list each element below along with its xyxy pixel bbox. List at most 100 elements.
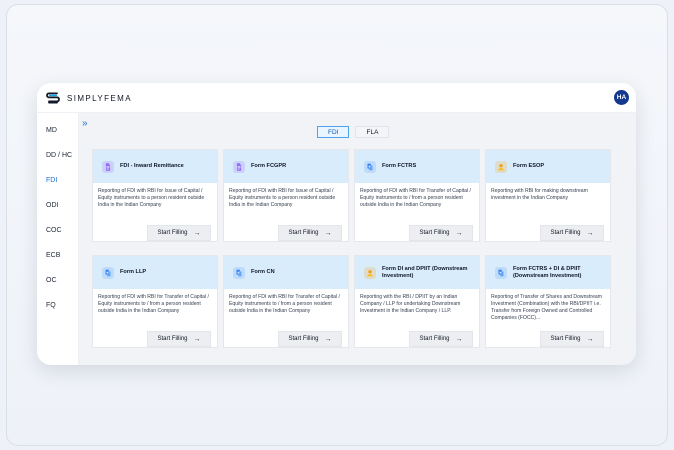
document-icon-svg	[236, 162, 242, 171]
card-form-cn: Form CN Reporting of FDI with RBI for Tr…	[223, 255, 349, 348]
tab-fdi[interactable]: FDI	[317, 126, 350, 138]
card-title: Form FCTRS + DI & DPIIT (Downstream Inve…	[513, 265, 582, 279]
transfer-icon-svg	[367, 163, 373, 170]
card-description: Reporting of FDI with RBI for Issue of C…	[98, 188, 205, 208]
sidebar-item-label: DD / HC	[46, 152, 73, 159]
transfer-icon	[102, 266, 114, 279]
tab-label: FLA	[366, 128, 379, 136]
card-header: Form FCTRS	[355, 150, 479, 183]
card-title: Form FCGPR	[251, 163, 287, 169]
sidebar-item-ecb[interactable]: ECB	[46, 252, 60, 259]
sidebar-item-label: COC	[46, 227, 62, 234]
transfer-icon	[364, 160, 376, 173]
sidebar-item-oc[interactable]: OC	[46, 277, 57, 284]
start-filling-button[interactable]: Start Filling →	[540, 225, 604, 241]
start-filling-button[interactable]: Start Filling →	[147, 225, 211, 241]
app-window: SIMPLYFEMA HA MD DD / HC FDI ODI COC ECB…	[37, 83, 636, 365]
cards-grid: FDI - Inward Remittance Reporting of FDI…	[92, 149, 624, 355]
button-label: Start Filling	[419, 230, 450, 236]
sidebar-item-label: MD	[46, 127, 57, 134]
button-label: Start Filling	[288, 230, 319, 236]
arrow-right-icon: →	[193, 229, 201, 237]
card-header: Form ESOP	[486, 150, 610, 183]
card-description: Reporting with the RBI / DPIIT by an Ind…	[360, 294, 461, 314]
top-bar: SIMPLYFEMA HA	[37, 83, 636, 113]
start-filling-button[interactable]: Start Filling →	[409, 331, 473, 347]
main-content: » FDI FLA FDI - Inward Remittance Report…	[79, 113, 636, 365]
card-form-esop: Form ESOP Reporting with RBI for making …	[485, 149, 611, 242]
card-header: Form DI and DPIIT (Downstream Investment…	[355, 256, 479, 289]
card-form-llp: Form LLP Reporting of FDI with RBI for T…	[92, 255, 218, 348]
card-header: Form CN	[224, 256, 348, 289]
card-header: Form FCTRS + DI & DPIIT (Downstream Inve…	[486, 256, 610, 289]
sidebar-item-label: ODI	[46, 202, 59, 209]
card-header: Form FCGPR	[224, 150, 348, 183]
start-filling-button[interactable]: Start Filling →	[409, 225, 473, 241]
sidebar-item-label: FQ	[46, 302, 56, 309]
document-icon-svg	[105, 162, 111, 171]
transfer-icon-svg	[498, 269, 504, 276]
card-description: Reporting of FDI with RBI for Transfer o…	[229, 294, 340, 314]
card-description: Reporting with RBI for making downstream…	[491, 188, 588, 201]
user-initials: HA	[616, 94, 627, 101]
button-label: Start Filling	[419, 336, 450, 342]
arrow-right-icon: →	[586, 229, 594, 237]
user-icon-svg	[498, 163, 504, 170]
simplyfema-logo-icon	[46, 92, 60, 104]
sidebar-item-odi[interactable]: ODI	[46, 202, 58, 209]
document-icon	[102, 160, 114, 173]
start-filling-button[interactable]: Start Filling →	[540, 331, 604, 347]
card-form-fctrs-di-dpiit: Form FCTRS + DI & DPIIT (Downstream Inve…	[485, 255, 611, 348]
button-label: Start Filling	[288, 336, 319, 342]
card-description: Reporting of FDI with RBI for Transfer o…	[98, 294, 209, 314]
sidebar-item-label: OC	[46, 277, 57, 284]
sidebar-item-fdi[interactable]: FDI	[46, 177, 57, 184]
arrow-right-icon: →	[193, 335, 201, 343]
arrow-right-icon: →	[586, 335, 594, 343]
card-title: FDI - Inward Remittance	[120, 163, 184, 169]
user-icon-svg	[367, 269, 373, 276]
card-title: Form ESOP	[513, 163, 545, 169]
sidebar-item-label: FDI	[46, 177, 58, 184]
card-description: Reporting of FDI with RBI for Issue of C…	[229, 188, 336, 208]
double-chevron-right-icon[interactable]: »	[82, 119, 92, 129]
arrow-right-icon: →	[324, 335, 332, 343]
sidebar-item-label: ECB	[46, 252, 61, 259]
tabs: FDI FLA	[317, 126, 390, 138]
card-description: Reporting of Transfer of Shares and Down…	[491, 294, 602, 321]
card-form-fctrs: Form FCTRS Reporting of FDI with RBI for…	[354, 149, 480, 242]
arrow-right-icon: →	[324, 229, 332, 237]
transfer-icon	[233, 266, 245, 279]
logo: SIMPLYFEMA	[45, 90, 132, 106]
tab-fla[interactable]: FLA	[355, 126, 390, 138]
user-icon	[495, 160, 507, 173]
card-title: Form LLP	[120, 269, 147, 275]
button-label: Start Filling	[550, 336, 581, 342]
start-filling-button[interactable]: Start Filling →	[147, 331, 211, 347]
document-icon	[233, 160, 245, 173]
card-title: Form CN	[251, 269, 275, 275]
transfer-icon-svg	[236, 269, 242, 276]
start-filling-button[interactable]: Start Filling →	[278, 331, 342, 347]
user-avatar[interactable]: HA	[614, 90, 629, 105]
sidebar: MD DD / HC FDI ODI COC ECB OC FQ	[37, 113, 79, 365]
sidebar-item-dd-hc[interactable]: DD / HC	[46, 152, 72, 159]
card-header: FDI - Inward Remittance	[93, 150, 217, 183]
sidebar-item-fq[interactable]: FQ	[46, 302, 56, 309]
card-fdi-inward-remittance: FDI - Inward Remittance Reporting of FDI…	[92, 149, 218, 242]
arrow-right-icon: →	[455, 229, 463, 237]
sidebar-item-coc[interactable]: COC	[46, 227, 62, 234]
button-label: Start Filling	[157, 230, 188, 236]
card-title: Form DI and DPIIT (Downstream Investment…	[382, 265, 468, 279]
brand-name: SIMPLYFEMA	[67, 93, 132, 103]
card-header: Form LLP	[93, 256, 217, 289]
sidebar-item-md[interactable]: MD	[46, 127, 57, 134]
card-form-fcgpr: Form FCGPR Reporting of FDI with RBI for…	[223, 149, 349, 242]
card-title: Form FCTRS	[382, 163, 417, 169]
button-label: Start Filling	[157, 336, 188, 342]
transfer-icon-svg	[105, 269, 111, 276]
user-icon	[364, 266, 376, 279]
tab-label: FDI	[328, 128, 339, 136]
start-filling-button[interactable]: Start Filling →	[278, 225, 342, 241]
arrow-right-icon: →	[455, 335, 463, 343]
